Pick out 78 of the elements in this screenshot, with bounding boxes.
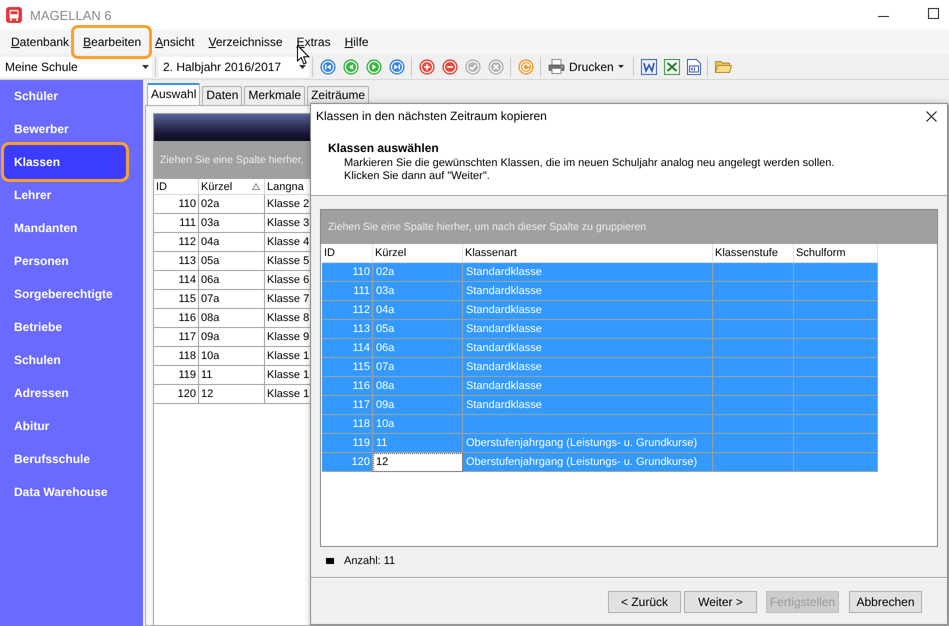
print-button[interactable]: Drucken [544,56,630,78]
table-cell: 117 [154,328,199,347]
menu-item[interactable]: Verzeichnisse [202,30,290,54]
table-cell: 02a [199,195,265,214]
previous-icon[interactable] [343,58,359,74]
table-cell: 03a [199,214,265,233]
tab[interactable]: Merkmale [244,86,306,105]
table-cell: 07a [199,290,265,309]
sidebar-item[interactable]: Sorgeberechtigte [0,278,143,311]
next-icon[interactable] [366,58,382,74]
table-cell: 114 [154,271,199,290]
table-cell: 116 [154,309,199,328]
caret-icon [142,64,149,68]
period-dropdown[interactable]: 2. Halbjahr 2016/2017 [159,56,309,76]
dialog-button[interactable]: < Zurück [608,591,681,613]
table-cell: 11 [199,366,265,385]
close-icon[interactable] [926,110,937,122]
table-cell: 110 [154,195,199,214]
menu-item[interactable]: Hilfe [338,30,376,54]
table-cell: 10a [199,347,265,366]
menu-item[interactable]: Extras [290,30,338,54]
sidebar-item[interactable]: Schüler [0,80,143,113]
table-cell: 09a [199,328,265,347]
table-cell: 120 [154,385,199,404]
caret-icon [618,65,624,68]
table-cell: 12 [373,453,463,472]
table-cell: 08a [199,309,265,328]
code-document-icon[interactable] [686,58,701,74]
table-cell: 113 [154,252,199,271]
document-icon[interactable] [640,58,657,74]
table-cell: 118 [154,347,199,366]
table-cell: 12 [199,385,265,404]
record-count: Anzahl: 11 [344,555,396,567]
maximize-icon[interactable] [928,8,939,18]
table-cell: 06a [199,271,265,290]
sidebar-item[interactable]: Berufsschule [0,443,143,476]
table-cell: 119 [154,366,199,385]
sort-ascending-icon [252,183,260,190]
printer-icon [548,59,565,74]
step-heading: Klassen auswählen [328,141,440,155]
column-header[interactable]: Kürzel [199,179,265,195]
sidebar-item[interactable]: Betriebe [0,311,143,344]
instruction-text: Markieren Sie die gewünschten Klassen, die im neuen Schuljahr analog neu angelegt werden sollen. [343,157,836,170]
sidebar-item[interactable]: Data Warehouse [0,476,143,509]
sidebar-item[interactable]: Bewerber [0,113,143,142]
sidebar-item[interactable]: Klassen [1,142,129,182]
tab[interactable]: Daten [202,86,242,105]
refresh-icon[interactable] [518,58,534,74]
dialog-title: Klassen in den nächsten Zeitraum kopieren [316,109,547,123]
column-header[interactable]: ID [154,179,199,195]
sidebar-item[interactable]: Lehrer [0,182,143,212]
skip-end-icon[interactable] [389,58,405,74]
skip-start-icon[interactable] [320,58,336,74]
tab[interactable]: Auswahl [147,83,200,105]
school-dropdown[interactable]: Meine Schule [0,56,152,76]
bus-icon [6,7,22,23]
table-row[interactable]: 120 12 Oberstufenjahrgang (Leistungs- u. Grundkurse) [322,453,878,472]
sidebar-item[interactable]: Abitur [0,410,143,443]
marker-icon [326,558,334,564]
sidebar-item[interactable]: Personen [0,245,143,278]
folder-icon[interactable] [714,59,732,74]
dialog-button[interactable]: Weiter > [684,591,757,613]
spreadsheet-icon[interactable] [664,58,680,74]
tab[interactable]: Zeiträume [307,86,370,105]
plus-icon[interactable] [419,58,435,74]
dialog-button[interactable]: Abbrechen [849,591,922,613]
minus-icon[interactable] [442,58,458,74]
table-cell: 05a [199,252,265,271]
table-cell: 112 [154,233,199,252]
sidebar-item[interactable]: Adressen [0,377,143,410]
group-by-panel: Ziehen Sie eine Spalte hierher, um nach dieser Spalte zu gruppieren [321,210,937,244]
table-cell: 111 [154,214,199,233]
table-cell: Oberstufenjahrgang (Leistungs- u. Grundkurse) [463,453,713,472]
window-title: MAGELLAN 6 [30,8,112,22]
sidebar-item[interactable]: Mandanten [0,212,143,245]
sidebar-item[interactable]: Schulen [0,344,143,377]
table-cell: 115 [154,290,199,309]
table-cell: 04a [199,233,265,252]
